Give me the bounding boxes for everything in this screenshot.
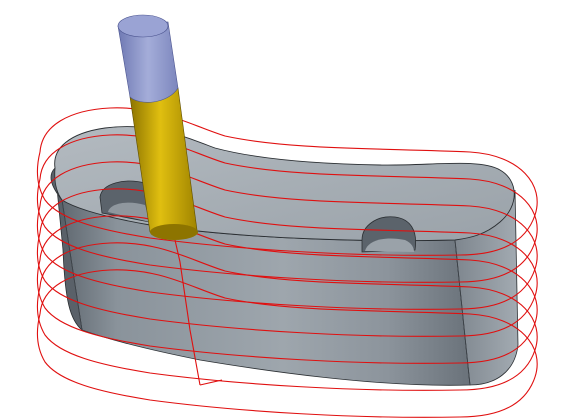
tool-flute-tip <box>150 224 198 240</box>
tool-shank-top <box>117 14 169 38</box>
cad-3d-viewport[interactable] <box>0 0 581 418</box>
cam-toolpath-scene <box>36 14 538 418</box>
toolpath-lead-line <box>199 379 223 386</box>
